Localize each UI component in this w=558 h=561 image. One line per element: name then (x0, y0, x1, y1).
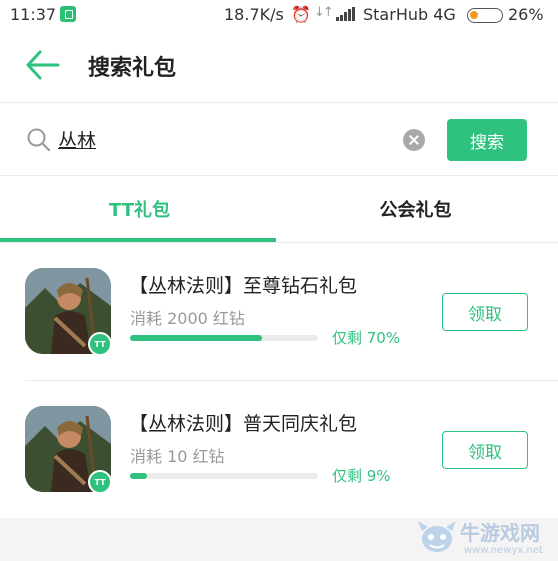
list-item[interactable]: TT 【丛林法则】至尊钻石礼包 消耗 2000 红钻 仅剩 70% 领取 (0, 243, 558, 380)
tab-bar: TT礼包 公会礼包 (0, 176, 558, 242)
battery-percent: 26% (508, 5, 544, 24)
watermark-url: www.newyx.net (464, 545, 543, 556)
app-icon (60, 6, 76, 22)
signal-icon (336, 7, 355, 21)
network-speed: 18.7K/s (224, 5, 284, 24)
app-header: 搜索礼包 (0, 30, 558, 102)
gift-title: 【丛林法则】至尊钻石礼包 (129, 275, 358, 297)
battery-level (470, 11, 478, 19)
remaining-progress-bar (130, 335, 318, 341)
gift-cost: 消耗 2000 红钻 (130, 309, 245, 328)
tt-badge-icon: TT (88, 470, 112, 494)
status-time: 11:37 (10, 5, 57, 24)
tab-tt-gifts[interactable]: TT礼包 (0, 176, 279, 242)
remaining-text: 仅剩 9% (332, 467, 391, 485)
status-bar: 11:37 18.7K/s ⏰ ↓↑ StarHub 4G 26% (0, 0, 558, 30)
watermark: 牛游戏网 www.newyx.net (414, 515, 558, 561)
search-bar: 搜索 (0, 103, 558, 175)
watermark-text: 牛游戏网 (460, 521, 540, 545)
remaining-progress-fill (130, 473, 147, 479)
tab-guild-gifts[interactable]: 公会礼包 (276, 176, 555, 242)
clear-icon[interactable] (403, 129, 425, 151)
claim-button[interactable]: 领取 (442, 293, 528, 331)
list-item[interactable]: TT 【丛林法则】普天同庆礼包 消耗 10 红钻 仅剩 9% 领取 (0, 381, 558, 518)
search-icon (27, 128, 51, 152)
search-button[interactable]: 搜索 (447, 119, 527, 161)
claim-button[interactable]: 领取 (442, 431, 528, 469)
battery-icon (467, 8, 503, 23)
gift-cost: 消耗 10 红钻 (130, 447, 225, 466)
remaining-progress-fill (130, 335, 262, 341)
remaining-text: 仅剩 70% (332, 329, 401, 347)
tt-badge-icon: TT (88, 332, 112, 356)
remaining-progress-bar (130, 473, 318, 479)
data-arrows-icon: ↓↑ (314, 5, 334, 20)
mascot-icon (418, 521, 456, 552)
search-input[interactable] (58, 121, 388, 157)
arrow-left-icon[interactable] (22, 44, 64, 86)
gift-title: 【丛林法则】普天同庆礼包 (129, 413, 358, 435)
alarm-icon: ⏰ (291, 5, 311, 24)
page-title: 搜索礼包 (88, 56, 177, 81)
carrier-name: StarHub 4G (363, 5, 456, 24)
